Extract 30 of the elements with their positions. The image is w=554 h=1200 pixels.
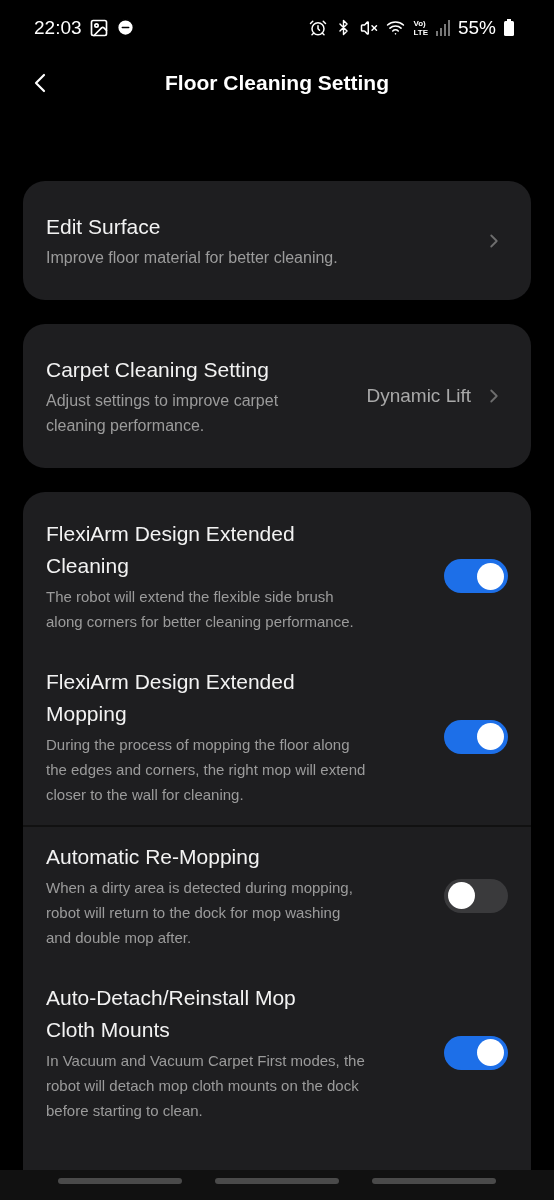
setting-title: Edit Surface [46,214,162,240]
setting-description: Adjust settings to improve carpet cleaning performance. [46,391,280,436]
setting-title: Carpet Cleaning Setting [46,357,270,383]
alarm-icon [309,18,328,37]
setting-description: Improve floor material for better cleaning. [46,248,339,268]
setting-description: When a dirty area is detected during mopping, robot will return to the dock for mop washing and double mop after. [46,878,354,948]
toggle-switch[interactable] [444,559,508,593]
setting-title: FlexiArm Design Extended Mopping [46,669,296,727]
mute-icon [360,18,379,37]
image-icon [88,17,109,38]
setting-description: During the process of mopping the floor along the edges and corners, the right mop will extend closer to the wall for cleaning. [46,735,366,805]
setting-title: Auto-Detach/Reinstall Mop Cloth Mounts [46,985,297,1043]
setting-title: Automatic Re-Mopping [46,844,261,870]
settings-card[interactable]: Carpet Cleaning Setting Adjust settings to improve carpet cleaning performance. Dynamic Lift [23,324,531,468]
battery-percent: 55% [457,16,496,39]
clock-time: 22:03 [34,16,82,39]
setting-value: Dynamic Lift [366,385,471,407]
settings-card[interactable]: Edit Surface Improve floor material for better cleaning. [23,181,531,300]
setting-description: In Vacuum and Vacuum Carpet First modes, the robot will detach mop cloth mounts on the dock before starting to clean. [46,1051,366,1121]
toggle-switch[interactable] [444,1035,508,1070]
signal-icon [435,19,450,36]
toggle-switch[interactable] [444,719,508,754]
toggle-switch[interactable] [444,878,508,913]
volte-indicator: Vo) LTE [413,18,428,37]
setting-title: FlexiArm Design Extended Cleaning [46,521,296,579]
do-not-disturb-icon [115,18,135,37]
page-title: Floor Cleaning Setting [165,71,389,95]
wifi-icon [386,18,406,37]
battery-icon [504,19,514,36]
setting-description: The robot will extend the flexible side brush along corners for better cleaning performance. [46,587,355,632]
